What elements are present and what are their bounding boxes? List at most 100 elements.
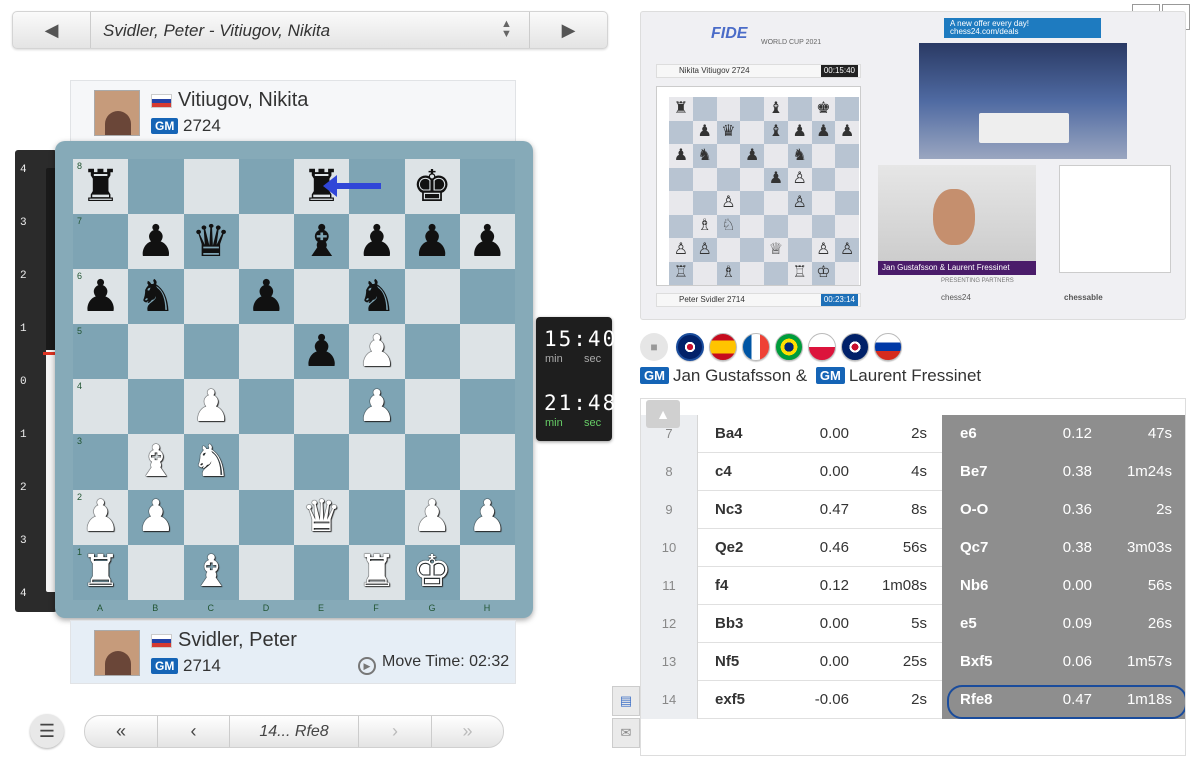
square-c7[interactable]: ♛ — [183, 214, 239, 270]
square-g6[interactable] — [404, 269, 460, 325]
black-pawn-icon[interactable]: ♟ — [302, 329, 341, 374]
black-move-cell[interactable]: Nb6 0.00 56s — [942, 567, 1185, 605]
square-h3[interactable] — [459, 434, 515, 490]
black-move[interactable]: e5 — [960, 605, 977, 643]
square-d4[interactable] — [238, 379, 294, 435]
square-g1[interactable]: ♚ G — [404, 544, 460, 613]
square-h4[interactable] — [459, 379, 515, 435]
black-knight-icon[interactable]: ♞ — [357, 274, 396, 319]
black-bishop-icon[interactable]: ♝ — [302, 219, 341, 264]
black-move[interactable]: O-O — [960, 491, 988, 529]
france-flag-icon[interactable] — [742, 333, 770, 361]
broadcast-video[interactable]: FIDE WORLD CUP 2021 A new offer every da… — [640, 11, 1186, 320]
square-c2[interactable] — [183, 489, 239, 545]
square-b1[interactable]: B — [128, 544, 184, 613]
black-pawn-icon[interactable]: ♟ — [357, 219, 396, 264]
prev-game-icon[interactable]: ◀ — [13, 12, 91, 48]
move-list[interactable]: 7 Ba4 0.00 2s e6 0.12 47s 8 c4 0.00 4s Be7 0.38 1m24s… — [640, 398, 1186, 756]
square-a5[interactable]: 5 — [73, 324, 129, 380]
square-e5[interactable]: ♟ — [294, 324, 350, 380]
black-move[interactable]: Bxf5 — [960, 643, 993, 681]
square-c1[interactable]: ♝ C — [183, 544, 239, 613]
white-move[interactable]: Nf5 — [715, 643, 739, 681]
white-knight-icon[interactable]: ♞ — [191, 440, 230, 484]
black-pawn-icon[interactable]: ♟ — [412, 219, 451, 264]
spain-flag-icon[interactable] — [709, 333, 737, 361]
white-move[interactable]: Qe2 — [715, 529, 743, 567]
square-g2[interactable]: ♟ — [404, 489, 460, 545]
square-d5[interactable] — [238, 324, 294, 380]
black-move[interactable]: Nb6 — [960, 567, 988, 605]
black-pawn-icon[interactable]: ♟ — [81, 274, 120, 319]
square-h6[interactable] — [459, 269, 515, 325]
square-h8[interactable] — [459, 159, 515, 215]
square-a1[interactable]: ♜ 1 A — [73, 544, 129, 613]
black-rook-icon[interactable]: ♜ — [81, 164, 120, 209]
white-queen-icon[interactable]: ♛ — [302, 495, 341, 539]
black-move-cell[interactable]: e6 0.12 47s — [942, 415, 1185, 453]
white-bishop-icon[interactable]: ♝ — [136, 440, 175, 484]
square-g5[interactable] — [404, 324, 460, 380]
square-f7[interactable]: ♟ — [349, 214, 405, 270]
white-move[interactable]: Ba4 — [715, 415, 743, 453]
square-e6[interactable] — [294, 269, 350, 325]
square-b4[interactable] — [128, 379, 184, 435]
square-d3[interactable] — [238, 434, 294, 490]
square-b3[interactable]: ♝ — [128, 434, 184, 490]
square-a7[interactable]: 7 — [73, 214, 129, 270]
scroll-up-icon[interactable]: ▲ — [646, 400, 680, 428]
square-a8[interactable]: ♜ 8 — [73, 159, 129, 215]
square-d8[interactable] — [238, 159, 294, 215]
square-c4[interactable]: ♟ — [183, 379, 239, 435]
square-a4[interactable]: 4 — [73, 379, 129, 435]
square-f1[interactable]: ♜ F — [349, 544, 405, 613]
square-g7[interactable]: ♟ — [404, 214, 460, 270]
black-move[interactable]: e6 — [960, 415, 977, 453]
game-selector[interactable]: ◀ Svidler, Peter - Vitiugov, Nikita ▲ ▼ ▶ — [12, 11, 608, 49]
square-c6[interactable] — [183, 269, 239, 325]
square-b7[interactable]: ♟ — [128, 214, 184, 270]
chat-tab-icon[interactable]: ✉ — [612, 718, 640, 748]
black-move-cell[interactable]: Qc7 0.38 3m03s — [942, 529, 1185, 567]
white-rook-icon[interactable]: ♜ — [357, 550, 396, 594]
uk-flag-icon[interactable] — [676, 333, 704, 361]
black-knight-icon[interactable]: ♞ — [136, 274, 175, 319]
square-f3[interactable] — [349, 434, 405, 490]
uk-flag-icon[interactable] — [841, 333, 869, 361]
black-move[interactable]: Be7 — [960, 453, 988, 491]
brazil-flag-icon[interactable] — [775, 333, 803, 361]
square-e3[interactable] — [294, 434, 350, 490]
chess-board[interactable]: ♜ 8 ♜ ♚ 7 ♟ ♛ ♝ ♟ ♟ ♟ ♟ 6 ♞ ♟ ♞ 5 ♟ ♟ 4 ♟ ♟ 3 ♝ ♞ ♟ 2 ♟ ♛ ♟ ♟ ♜ 1 A B ♝ C D E ♜… — [73, 159, 515, 613]
square-g4[interactable] — [404, 379, 460, 435]
square-d1[interactable]: D — [238, 544, 294, 613]
menu-icon[interactable]: ☰ — [30, 714, 64, 748]
black-move-cell[interactable]: Bxf5 0.06 1m57s — [942, 643, 1185, 681]
white-pawn-icon[interactable]: ♟ — [81, 495, 120, 539]
square-g3[interactable] — [404, 434, 460, 490]
square-a3[interactable]: 3 — [73, 434, 129, 490]
square-c3[interactable]: ♞ — [183, 434, 239, 490]
square-c5[interactable] — [183, 324, 239, 380]
square-b8[interactable] — [128, 159, 184, 215]
black-move[interactable]: Qc7 — [960, 529, 988, 567]
next-move-button[interactable]: › — [359, 716, 431, 747]
square-e7[interactable]: ♝ — [294, 214, 350, 270]
white-rook-icon[interactable]: ♜ — [81, 550, 120, 594]
camera-icon[interactable]: ■ — [640, 333, 668, 361]
poland-flag-icon[interactable] — [808, 333, 836, 361]
white-bishop-icon[interactable]: ♝ — [191, 550, 230, 594]
square-c8[interactable] — [183, 159, 239, 215]
first-move-button[interactable]: « — [85, 716, 157, 747]
black-queen-icon[interactable]: ♛ — [191, 219, 230, 264]
white-pawn-icon[interactable]: ♟ — [357, 384, 396, 429]
black-move[interactable]: Rfe8 — [960, 681, 993, 719]
black-move-cell[interactable]: Rfe8 0.47 1m18s — [942, 681, 1185, 719]
black-move-cell[interactable]: e5 0.09 26s — [942, 605, 1185, 643]
square-f6[interactable]: ♞ — [349, 269, 405, 325]
prev-move-button[interactable]: ‹ — [157, 716, 229, 747]
white-move[interactable]: exf5 — [715, 681, 745, 719]
square-h7[interactable]: ♟ — [459, 214, 515, 270]
square-h1[interactable]: H — [459, 544, 515, 613]
moves-tab-icon[interactable]: ▤ — [612, 686, 640, 716]
square-b6[interactable]: ♞ — [128, 269, 184, 325]
